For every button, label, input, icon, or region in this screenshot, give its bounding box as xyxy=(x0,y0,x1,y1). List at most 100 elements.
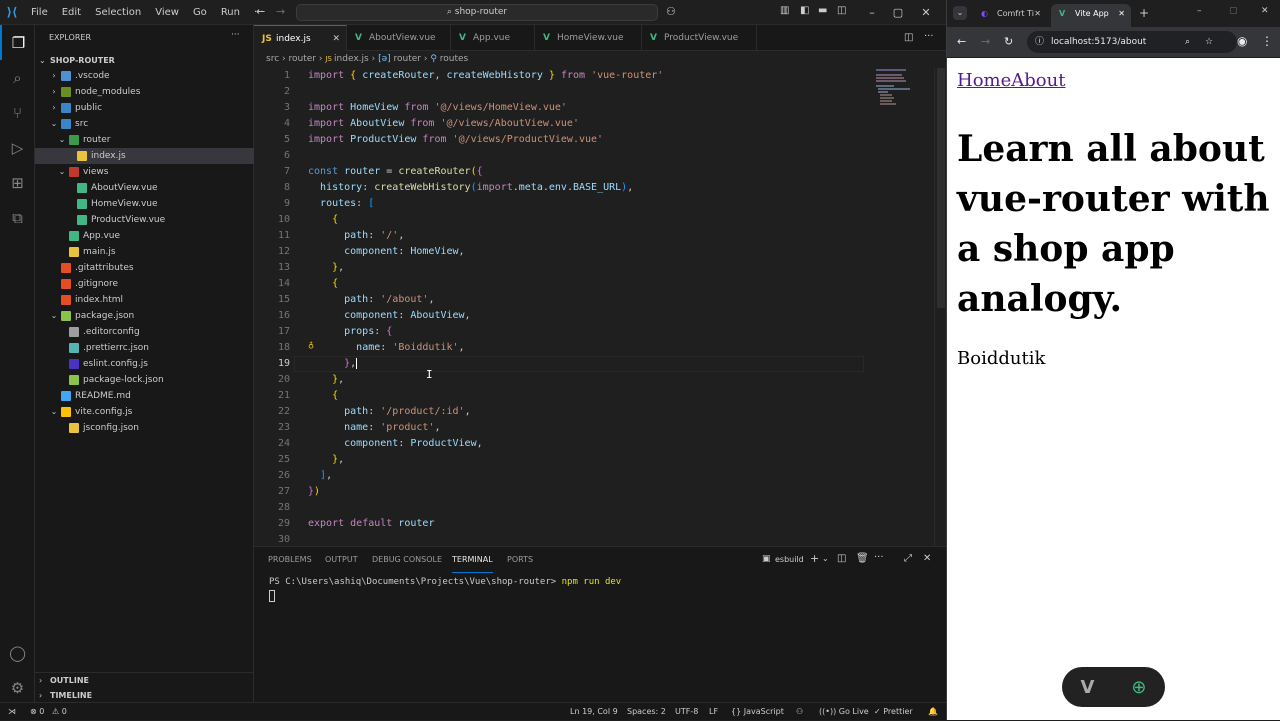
browser-menu-icon[interactable]: ⋮ xyxy=(1261,34,1273,48)
tree-item[interactable]: jsconfig.json xyxy=(35,420,254,436)
breadcrumb-routes[interactable]: routes xyxy=(440,54,468,64)
extensions-icon[interactable]: ⊞ xyxy=(0,165,35,200)
prettier[interactable]: ✓ Prettier xyxy=(874,703,913,721)
remote-explorer-icon[interactable]: ⧉ xyxy=(0,200,35,235)
language-mode[interactable]: {} JavaScript xyxy=(731,703,784,721)
tree-item[interactable]: ⌄ views xyxy=(35,164,254,180)
project-header[interactable]: ⌄ SHOP-ROUTER xyxy=(35,53,254,69)
search-icon[interactable]: ⌕ xyxy=(0,60,35,95)
profile-avatar-icon[interactable]: ◉ xyxy=(1237,34,1247,48)
tree-item[interactable]: AboutView.vue xyxy=(35,180,254,196)
new-tab-icon[interactable]: + xyxy=(1139,6,1149,20)
tab-aboutview-vue[interactable]: V AboutView.vue xyxy=(347,25,451,51)
tree-item[interactable]: HomeView.vue xyxy=(35,196,254,212)
nav-link-about[interactable]: About xyxy=(1011,70,1065,91)
tree-item[interactable]: .prettierrc.json xyxy=(35,340,254,356)
tree-item[interactable]: package-lock.json xyxy=(35,372,254,388)
scrollbar-thumb[interactable] xyxy=(937,68,945,308)
account-icon[interactable]: ◯ xyxy=(0,635,35,670)
tree-item[interactable]: .gitignore xyxy=(35,276,254,292)
warnings-status[interactable]: ⚠ 0 xyxy=(52,703,67,721)
new-terminal-icon[interactable]: + xyxy=(810,552,819,565)
minimap[interactable] xyxy=(874,68,924,128)
menu-edit[interactable]: Edit xyxy=(55,0,88,25)
tree-item[interactable]: README.md xyxy=(35,388,254,404)
close-icon[interactable]: ✕ xyxy=(1118,4,1125,24)
tree-item[interactable]: › node_modules xyxy=(35,84,254,100)
tree-item[interactable]: main.js xyxy=(35,244,254,260)
tree-item[interactable]: index.js xyxy=(35,148,254,164)
tab-homeview-vue[interactable]: V HomeView.vue xyxy=(535,25,642,51)
tree-item[interactable]: ⌄ router xyxy=(35,132,254,148)
lightbulb-icon[interactable]: ♁ xyxy=(308,340,314,351)
close-button[interactable]: ✕ xyxy=(908,0,944,25)
run-debug-icon[interactable]: ▷ xyxy=(0,130,35,165)
tree-item[interactable]: ⌄ vite.config.js xyxy=(35,404,254,420)
close-icon[interactable]: ✕ xyxy=(332,26,340,52)
tab-productview-vue[interactable]: V ProductView.vue xyxy=(642,25,757,51)
outline-section[interactable]: › OUTLINE xyxy=(35,672,254,688)
code-editor[interactable]: 1 2 3 4 5 6 7 8 9 10 11 12 13 14 15 16 17 18 19 20 21 22 23 24 2… xyxy=(254,68,946,546)
site-info-icon[interactable]: ⓘ xyxy=(1035,31,1044,53)
reload-icon[interactable]: ↻ xyxy=(1004,35,1013,48)
tab-output[interactable]: OUTPUT xyxy=(325,547,358,573)
close-button[interactable]: ✕ xyxy=(1261,6,1269,16)
chevron-down-icon[interactable]: ⌄ xyxy=(822,554,829,563)
breadcrumb-router-symbol[interactable]: router xyxy=(394,54,421,64)
tab-index-js[interactable]: JS index.js ✕ xyxy=(254,25,347,51)
tab-app-vue[interactable]: V App.vue xyxy=(451,25,535,51)
menu-view[interactable]: View xyxy=(148,0,186,25)
menu-selection[interactable]: Selection xyxy=(88,0,148,25)
close-icon[interactable]: ✕ xyxy=(1034,4,1041,24)
back-icon[interactable]: ← xyxy=(957,35,966,48)
tree-item[interactable]: ⌄ src xyxy=(35,116,254,132)
tree-item[interactable]: ⌄ package.json xyxy=(35,308,254,324)
errors-status[interactable]: ⊗ 0 xyxy=(30,703,44,721)
tree-item[interactable]: index.html xyxy=(35,292,254,308)
explorer-more-icon[interactable]: ··· xyxy=(231,30,240,40)
editor-scrollbar[interactable] xyxy=(934,68,946,546)
settings-gear-icon[interactable]: ⚙ xyxy=(0,670,35,705)
tab-terminal[interactable]: TERMINAL xyxy=(452,547,493,573)
notifications-bell-icon[interactable]: 🔔 xyxy=(928,703,938,721)
more-actions-icon[interactable]: ··· xyxy=(924,31,934,42)
tab-search-icon[interactable]: ⌄ xyxy=(953,6,967,20)
tree-item[interactable]: eslint.config.js xyxy=(35,356,254,372)
source-control-icon[interactable]: ⑂ xyxy=(0,95,35,130)
layout-customize-icon[interactable]: ◫ xyxy=(837,5,846,16)
breadcrumb-router-folder[interactable]: router xyxy=(288,54,315,64)
terminal-output[interactable]: PS C:\Users\ashiq\Documents\Projects\Vue… xyxy=(269,577,621,602)
split-terminal-icon[interactable]: ◫ xyxy=(837,553,846,564)
tree-item[interactable]: ProductView.vue xyxy=(35,212,254,228)
tree-item[interactable]: .gitattributes xyxy=(35,260,254,276)
encoding[interactable]: UTF-8 xyxy=(675,703,698,721)
forward-icon[interactable]: → xyxy=(981,35,990,48)
cursor-position[interactable]: Ln 19, Col 9 xyxy=(570,703,618,721)
line-endings[interactable]: LF xyxy=(709,703,718,721)
close-panel-icon[interactable]: ✕ xyxy=(923,553,931,564)
more-actions-icon[interactable]: ··· xyxy=(874,552,884,563)
devtools-target-icon[interactable]: ⊕ xyxy=(1131,677,1146,698)
minimize-button[interactable]: – xyxy=(1197,6,1202,16)
browser-tab-comfrt[interactable]: ◐ Comfrt Ti ✕ xyxy=(973,4,1043,27)
nav-link-home[interactable]: Home xyxy=(957,70,1011,91)
copilot-icon[interactable]: ⚇ xyxy=(666,5,676,18)
tree-item[interactable]: .editorconfig xyxy=(35,324,254,340)
maximize-panel-icon[interactable]: ⤢ xyxy=(904,553,912,564)
vue-devtools-toggle[interactable]: V ⊕ xyxy=(1062,667,1165,707)
layout-toggle-panel-icon[interactable]: ▬ xyxy=(818,5,827,16)
explorer-icon[interactable]: ❐ xyxy=(0,25,35,60)
tree-item[interactable]: › public xyxy=(35,100,254,116)
remote-icon[interactable]: ⋊ xyxy=(8,703,16,721)
maximize-button[interactable]: ▢ xyxy=(1229,6,1238,16)
breadcrumb-src[interactable]: src xyxy=(266,54,279,64)
tab-ports[interactable]: PORTS xyxy=(507,547,533,573)
layout-toggle-secondary-icon[interactable]: ◧ xyxy=(800,5,809,16)
nav-back-icon[interactable]: ← xyxy=(256,5,265,18)
command-center[interactable]: ⌕ shop-router xyxy=(296,4,658,21)
browser-tab-vite-app[interactable]: V Vite App ✕ xyxy=(1051,4,1131,27)
tree-item[interactable]: App.vue xyxy=(35,228,254,244)
menu-run[interactable]: Run xyxy=(214,0,247,25)
vue-logo-icon[interactable]: V xyxy=(1080,677,1094,698)
copilot-status-icon[interactable]: ⚇ xyxy=(796,703,803,721)
